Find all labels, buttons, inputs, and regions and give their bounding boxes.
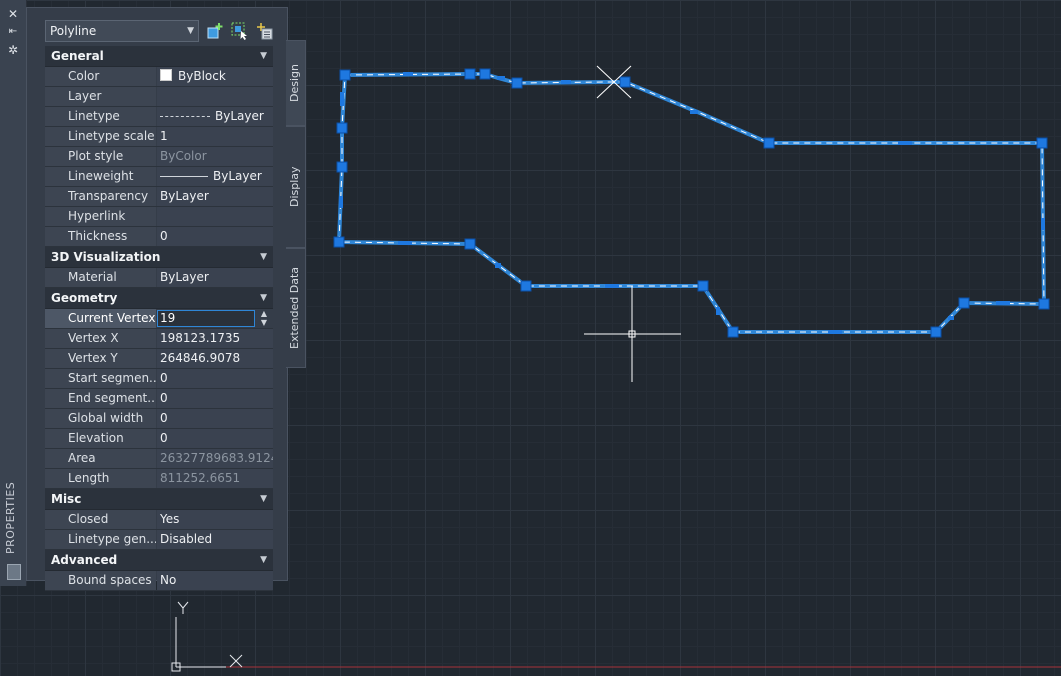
chevron-down-icon: ▼: [260, 252, 267, 262]
chevron-down-icon: ▼: [187, 26, 194, 36]
prop-row-closed[interactable]: Closed Yes: [45, 510, 273, 530]
autohide-icon[interactable]: ⇤: [5, 25, 21, 39]
palette-title-strip[interactable]: ✕ ⇤ ✲ PROPERTIES: [0, 0, 27, 586]
tab-extended-data[interactable]: Extended Data: [286, 248, 306, 368]
prop-row-start-segment-width[interactable]: Start segmen... 0: [45, 369, 273, 389]
prop-row-current-vertex[interactable]: Current Vertex 19 ▲ ▼: [45, 309, 273, 329]
prop-row-layer[interactable]: Layer: [45, 87, 273, 107]
prop-row-vertex-x[interactable]: Vertex X 198123.1735: [45, 329, 273, 349]
category-geometry[interactable]: Geometry ▼: [45, 288, 273, 309]
pickadd-icon[interactable]: [207, 22, 225, 40]
current-vertex-input[interactable]: 19: [157, 310, 255, 327]
prop-row-length[interactable]: Length 811252.6651: [45, 469, 273, 489]
properties-icon[interactable]: [7, 564, 21, 580]
crosshair-cursor: [584, 286, 681, 382]
ucs-icon: [171, 601, 243, 672]
select-objects-icon[interactable]: [231, 22, 249, 40]
prop-row-thickness[interactable]: Thickness 0: [45, 227, 273, 247]
prop-row-vertex-y[interactable]: Vertex Y 264846.9078: [45, 349, 273, 369]
chevron-down-icon: ▼: [260, 51, 267, 61]
chevron-down-icon: ▼: [260, 494, 267, 504]
spin-down-icon[interactable]: ▼: [257, 318, 271, 327]
chevron-down-icon: ▼: [260, 555, 267, 565]
prop-row-lineweight[interactable]: Lineweight ByLayer: [45, 167, 273, 187]
prop-row-transparency[interactable]: Transparency ByLayer: [45, 187, 273, 207]
prop-row-linetype-generation[interactable]: Linetype gen... Disabled: [45, 530, 273, 550]
tab-display[interactable]: Display: [286, 126, 306, 248]
quick-select-icon[interactable]: [255, 22, 273, 40]
category-advanced[interactable]: Advanced ▼: [45, 550, 273, 571]
prop-row-area[interactable]: Area 26327789683.9124: [45, 449, 273, 469]
prop-row-bound-spaces[interactable]: Bound spaces No: [45, 571, 273, 591]
color-swatch: [160, 69, 172, 81]
tab-design[interactable]: Design: [286, 40, 306, 126]
prop-row-global-width[interactable]: Global width 0: [45, 409, 273, 429]
prop-row-end-segment-width[interactable]: End segment... 0: [45, 389, 273, 409]
category-general[interactable]: General ▼: [45, 46, 273, 67]
close-icon[interactable]: ✕: [5, 7, 21, 21]
prop-row-linetype-scale[interactable]: Linetype scale 1: [45, 127, 273, 147]
gear-icon[interactable]: ✲: [5, 43, 21, 57]
object-type-label: Polyline: [50, 24, 97, 38]
object-type-select[interactable]: Polyline ▼: [45, 20, 199, 42]
prop-row-elevation[interactable]: Elevation 0: [45, 429, 273, 449]
midpoint-grips[interactable]: [339, 72, 1045, 334]
prop-row-linetype[interactable]: Linetype ByLayer: [45, 107, 273, 127]
prop-row-color[interactable]: Color ByBlock: [45, 67, 273, 87]
chevron-down-icon: ▼: [260, 293, 267, 303]
category-misc[interactable]: Misc ▼: [45, 489, 273, 510]
prop-row-material[interactable]: Material ByLayer: [45, 268, 273, 288]
vertex-spinner[interactable]: ▲ ▼: [257, 309, 271, 328]
lineweight-preview: [160, 176, 208, 177]
linetype-preview: [160, 116, 210, 117]
property-grid: General ▼ Color ByBlock Layer Linetype B…: [45, 46, 273, 591]
category-3d-visualization[interactable]: 3D Visualization ▼: [45, 247, 273, 268]
properties-palette: Polyline ▼ General ▼ Color ByBlock Layer…: [26, 7, 288, 591]
spin-up-icon[interactable]: ▲: [257, 309, 271, 318]
palette-title: PROPERTIES: [4, 481, 17, 554]
prop-row-hyperlink[interactable]: Hyperlink: [45, 207, 273, 227]
prop-row-plot-style[interactable]: Plot style ByColor: [45, 147, 273, 167]
